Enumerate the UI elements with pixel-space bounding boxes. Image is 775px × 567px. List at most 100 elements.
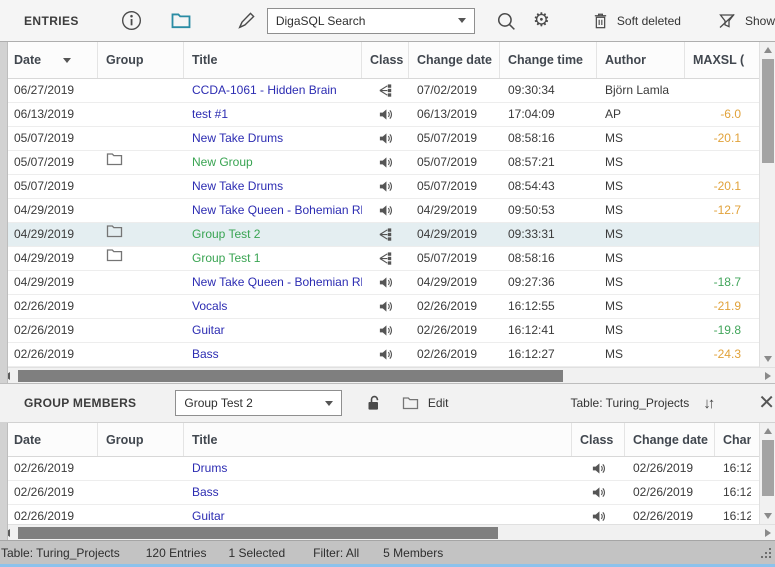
table-row[interactable]: 06/13/2019test #106/13/201917:04:09AP-6.… [0,103,759,127]
row-group [98,247,184,271]
column-header-change-time[interactable]: Change time [500,42,597,78]
info-icon[interactable] [121,10,142,31]
unlock-icon[interactable] [366,394,382,412]
table-row[interactable]: 04/29/2019New Take Queen - Bohemian Rh04… [0,199,759,223]
table-row[interactable]: 02/26/2019Bass02/26/201916:12 [0,481,759,505]
column-header-class[interactable]: Class [572,423,625,456]
speaker-icon [378,131,393,146]
row-title: Vocals [184,295,362,319]
row-group [98,343,184,367]
scroll-right-icon[interactable] [765,529,771,537]
speaker-icon [378,179,393,194]
row-group [98,79,184,103]
members-vscroll-thumb[interactable] [762,440,774,496]
column-header-change-date[interactable]: Change date [625,423,715,456]
rocket-icon[interactable] [236,10,257,31]
row-change-date: 02/26/2019 [625,481,715,505]
row-group [98,271,184,295]
entries-vscroll-thumb[interactable] [762,59,774,163]
row-class [362,295,409,319]
row-change-date: 05/07/2019 [409,175,500,199]
column-header-maxsl[interactable]: MAXSL ( [685,42,751,78]
group-folder-icon [106,224,123,238]
gear-icon[interactable]: ⚙ [533,9,550,32]
table-row[interactable]: 05/07/2019New Group05/07/201908:57:21MS [0,151,759,175]
column-header-title[interactable]: Title [184,42,362,78]
trash-icon[interactable] [592,11,609,30]
row-group [98,319,184,343]
column-header-change-time[interactable]: Change time [715,423,751,456]
row-maxsl: -24.3 [685,343,751,367]
table-row[interactable]: 05/07/2019New Take Drums05/07/201908:54:… [0,175,759,199]
table-row[interactable]: 02/26/2019Guitar02/26/201916:12:41MS-19.… [0,319,759,343]
speaker-icon [591,485,606,500]
column-header-title[interactable]: Title [184,423,572,456]
entries-hscroll-thumb[interactable] [18,370,563,382]
sort-updown-icon[interactable]: ↓↑ [703,395,712,412]
column-header-class[interactable]: Class [362,42,409,78]
column-header-group[interactable]: Group [98,423,184,456]
folder-icon[interactable] [170,12,192,29]
table-row[interactable]: 05/07/2019New Take Drums05/07/201908:58:… [0,127,759,151]
row-title: Bass [184,481,572,505]
show-button[interactable]: Show [745,14,775,28]
filter-off-icon[interactable] [717,11,737,31]
column-header-author[interactable]: Author [597,42,685,78]
table-row[interactable]: 02/26/2019Guitar02/26/201916:12 [0,505,759,524]
row-group [98,175,184,199]
row-group [98,199,184,223]
row-change-date: 05/07/2019 [409,127,500,151]
table-row[interactable]: 02/26/2019Bass02/26/201916:12:27MS-24.3 [0,343,759,367]
group-class-icon [378,83,393,98]
row-title: CCDA-1061 - Hidden Brain [184,79,362,103]
status-table-name: Table: Turing_Projects [1,546,120,560]
scroll-up-icon[interactable] [764,428,772,434]
row-author: MS [597,247,685,271]
members-horizontal-scrollbar[interactable] [0,524,775,540]
row-change-time: 16:12 [715,457,751,481]
row-class [572,505,625,525]
speaker-icon [378,323,393,338]
edit-folder-icon[interactable] [402,396,419,410]
table-row[interactable]: 02/26/2019Drums02/26/201916:12 [0,457,759,481]
table-row[interactable]: 04/29/2019Group Test 204/29/201909:33:31… [0,223,759,247]
status-member-count: 5 Members [383,546,443,560]
row-group [98,103,184,127]
row-maxsl [685,223,751,247]
column-header-date[interactable]: Date [0,423,98,456]
group-select-combobox[interactable]: Group Test 2 [175,390,341,416]
row-change-date: 06/13/2019 [409,103,500,127]
close-icon[interactable]: ✕ [758,394,775,412]
scroll-down-icon[interactable] [764,356,772,362]
resize-grip-icon[interactable] [761,548,772,559]
entries-vertical-scrollbar[interactable] [759,42,775,367]
scroll-down-icon[interactable] [764,513,772,519]
speaker-icon [378,299,393,314]
edit-button[interactable]: Edit [428,396,449,410]
digasql-search-combobox[interactable]: DigaSQL Search [267,8,475,34]
row-author: MS [597,319,685,343]
table-name-label: Table: Turing_Projects [571,396,690,410]
members-hscroll-thumb[interactable] [18,527,498,539]
row-change-date: 04/29/2019 [409,223,500,247]
chevron-down-icon [325,401,333,406]
scroll-up-icon[interactable] [764,47,772,53]
column-header-date[interactable]: Date [0,42,98,78]
row-date: 04/29/2019 [0,223,98,247]
group-folder-icon [106,248,123,262]
search-icon[interactable] [495,10,517,32]
table-row[interactable]: 06/27/2019CCDA-1061 - Hidden Brain07/02/… [0,79,759,103]
column-header-group[interactable]: Group [98,42,184,78]
scroll-right-icon[interactable] [765,372,771,380]
entries-horizontal-scrollbar[interactable] [0,367,775,383]
search-combobox-value: DigaSQL Search [276,14,366,28]
soft-deleted-button[interactable]: Soft deleted [617,14,681,28]
members-vertical-scrollbar[interactable] [759,423,775,524]
table-row[interactable]: 02/26/2019Vocals02/26/201916:12:55MS-21.… [0,295,759,319]
table-row[interactable]: 04/29/2019New Take Queen - Bohemian Rh04… [0,271,759,295]
row-change-time: 09:27:36 [500,271,597,295]
row-date: 05/07/2019 [0,151,98,175]
row-author: MS [597,295,685,319]
column-header-change-date[interactable]: Change date [409,42,500,78]
table-row[interactable]: 04/29/2019Group Test 105/07/201908:58:16… [0,247,759,271]
